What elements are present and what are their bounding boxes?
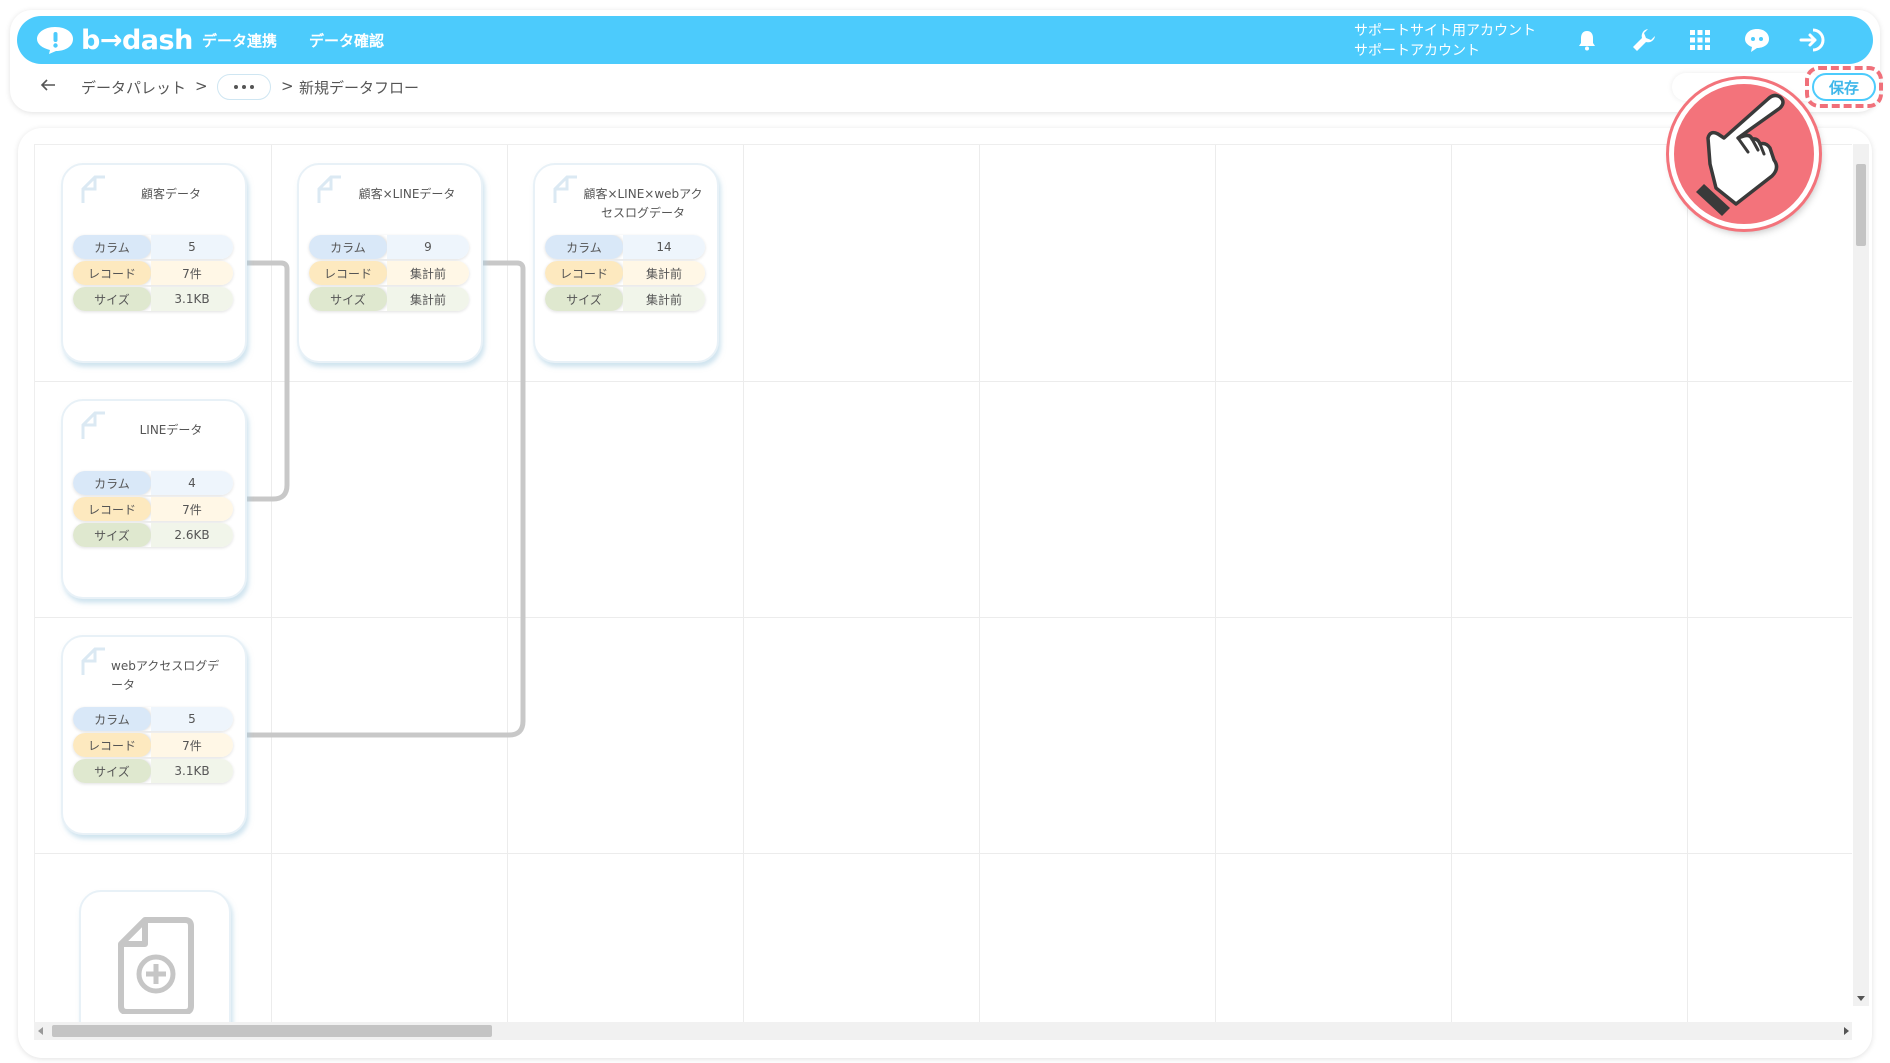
- file-corner-icon: [81, 411, 105, 439]
- horizontal-scroll-thumb[interactable]: [52, 1025, 492, 1037]
- file-corner-icon: [81, 175, 105, 203]
- account-user-name: サポートアカウント: [1354, 43, 1480, 59]
- data-card-customer-line[interactable]: 顧客×LINEデータ カラム 9 レコード 集計前 サイズ 集計前: [297, 163, 483, 363]
- breadcrumb-separator: >: [281, 77, 294, 95]
- bell-icon[interactable]: [1573, 26, 1601, 54]
- logo-bubble-icon: [37, 27, 73, 54]
- flow-grid[interactable]: 顧客データ カラム 5 レコード 7件 サイズ 3.1KB LINEデータ カラム 4 …: [34, 144, 1852, 1022]
- breadcrumb-data-palette[interactable]: データパレット: [81, 77, 186, 98]
- scroll-right-arrow-icon[interactable]: [1844, 1027, 1849, 1035]
- scroll-down-arrow-icon[interactable]: [1857, 996, 1865, 1001]
- chat-icon[interactable]: [1743, 26, 1771, 54]
- file-corner-icon: [81, 647, 105, 675]
- stat-records: レコード 7件: [73, 733, 233, 757]
- connector-weblog-to-merge2: [247, 720, 526, 738]
- connector-line-to-merge: [247, 484, 290, 502]
- stat-columns: カラム 4: [73, 471, 233, 495]
- account-info[interactable]: サポートサイト用アカウント サポートアカウント: [1354, 21, 1536, 61]
- horizontal-scrollbar[interactable]: [34, 1022, 1852, 1040]
- card-title: webアクセスログデータ: [111, 659, 220, 692]
- tap-hint-icon: [1669, 79, 1819, 229]
- card-title: 顧客×LINE×webアクセスログデータ: [583, 187, 703, 220]
- connector-merge-to-merge2: [483, 260, 526, 721]
- breadcrumb-separator: >: [195, 77, 208, 95]
- stat-records: レコード 集計前: [309, 261, 469, 285]
- stat-size: サイズ 集計前: [545, 287, 705, 311]
- data-card-customer-line-weblog[interactable]: 顧客×LINE×webアクセスログデータ カラム 14 レコード 集計前 サイズ 集計…: [533, 163, 719, 363]
- data-card-customer[interactable]: 顧客データ カラム 5 レコード 7件 サイズ 3.1KB: [61, 163, 247, 363]
- nav-data-check[interactable]: データ確認: [309, 30, 384, 51]
- vertical-scrollbar[interactable]: [1853, 144, 1869, 1006]
- connector-customer-to-merge: [247, 260, 290, 485]
- stat-size: サイズ 3.1KB: [73, 287, 233, 311]
- logo-text: b→dash: [81, 24, 193, 56]
- stat-records: レコード 集計前: [545, 261, 705, 285]
- file-corner-icon: [317, 175, 341, 203]
- stat-size: サイズ 3.1KB: [73, 759, 233, 783]
- flow-canvas: 顧客データ カラム 5 レコード 7件 サイズ 3.1KB LINEデータ カラム 4 …: [18, 128, 1872, 1058]
- stat-size: サイズ 集計前: [309, 287, 469, 311]
- card-title: 顧客×LINEデータ: [358, 187, 456, 201]
- file-corner-icon: [553, 175, 577, 203]
- global-nav-bar: b→dash データ連携 データ確認 サポートサイト用アカウント サポートアカウ…: [17, 16, 1873, 64]
- stat-columns: カラム 14: [545, 235, 705, 259]
- data-card-weblog[interactable]: webアクセスログデータ カラム 5 レコード 7件 サイズ 3.1KB: [61, 635, 247, 835]
- stat-records: レコード 7件: [73, 497, 233, 521]
- add-file-icon: [118, 917, 194, 1014]
- stat-records: レコード 7件: [73, 261, 233, 285]
- stat-columns: カラム 5: [73, 235, 233, 259]
- stat-columns: カラム 9: [309, 235, 469, 259]
- wrench-icon[interactable]: [1630, 26, 1658, 54]
- grid-menu-icon[interactable]: [1686, 26, 1714, 54]
- breadcrumb-bar: データパレット > > 新規データフロー 10 保存: [17, 66, 1883, 108]
- account-site-name: サポートサイト用アカウント: [1354, 23, 1536, 39]
- breadcrumb-current: 新規データフロー: [299, 79, 420, 97]
- scroll-left-arrow-icon[interactable]: [38, 1027, 43, 1035]
- card-title: 顧客データ: [140, 187, 201, 201]
- nav-data-integration[interactable]: データ連携: [202, 30, 277, 51]
- data-card-line[interactable]: LINEデータ カラム 4 レコード 7件 サイズ 2.6KB: [61, 399, 247, 599]
- breadcrumb-more-button[interactable]: [217, 74, 271, 100]
- save-button[interactable]: 保存: [1812, 73, 1876, 101]
- back-arrow-icon[interactable]: [39, 76, 57, 94]
- card-title: LINEデータ: [139, 423, 203, 437]
- stat-size: サイズ 2.6KB: [73, 523, 233, 547]
- add-data-card[interactable]: [79, 890, 231, 1022]
- logout-icon[interactable]: [1799, 26, 1827, 54]
- vertical-scroll-thumb[interactable]: [1856, 164, 1866, 246]
- bdash-logo[interactable]: b→dash: [35, 22, 193, 58]
- stat-columns: カラム 5: [73, 707, 233, 731]
